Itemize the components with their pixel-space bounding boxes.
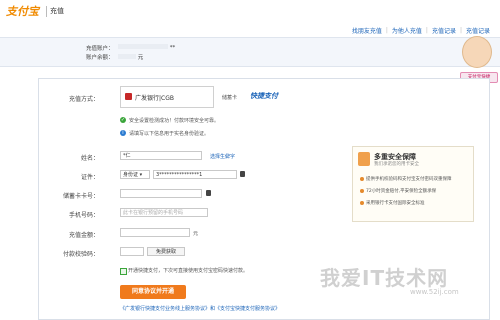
- account-bar: [0, 37, 500, 67]
- link-friend-recharge[interactable]: 找朋友充值: [352, 26, 382, 35]
- success-check-icon: ✓: [120, 117, 126, 123]
- info-icon: i: [120, 130, 126, 136]
- watermark-url: www.52ij.com: [410, 288, 459, 296]
- agree-checkbox[interactable]: [120, 268, 127, 275]
- quickpay-logo: 快捷支付: [250, 92, 278, 100]
- id-label: 证件：: [80, 174, 99, 181]
- lock-icon: [240, 171, 245, 177]
- security-item: 采用银行卡支付国际安全标准: [360, 200, 425, 206]
- mascot-avatar: [462, 36, 492, 68]
- card-number-input[interactable]: [120, 189, 202, 198]
- top-links: 找朋友充值 | 为他人充值 | 充值记录 | 充值记录: [352, 26, 490, 35]
- name-label: 姓名：: [80, 155, 99, 162]
- bank-logo-icon: [125, 93, 132, 100]
- lock-icon: [206, 190, 211, 196]
- id-type-select[interactable]: 身份证 ▾: [120, 170, 150, 179]
- id-number-input[interactable]: 3****************1: [153, 170, 237, 179]
- link-recharge-others[interactable]: 为他人充值: [392, 26, 422, 35]
- link-recharge-records[interactable]: 充值记录: [432, 26, 456, 35]
- amount-input[interactable]: [120, 228, 190, 237]
- shield-icon: [358, 152, 370, 166]
- divider: |: [425, 27, 428, 34]
- phone-input[interactable]: 此卡在银行预留的手机号码: [120, 208, 208, 217]
- card-number-label: 储蓄卡卡号：: [62, 193, 99, 200]
- bank-select[interactable]: 广发银行|CGB: [120, 86, 214, 108]
- recharge-account-label: 充值账户：: [86, 46, 114, 52]
- bullet-icon: [360, 189, 364, 193]
- card-type: 储蓄卡: [222, 95, 238, 101]
- page-title: 充值: [50, 7, 64, 15]
- bullet-icon: [360, 201, 364, 205]
- bank-name: 广发银行|CGB: [135, 95, 174, 102]
- agree-text: 开通快捷支付，下次可直接使用支付宝密码快速付款。: [128, 268, 249, 274]
- divider: |: [385, 27, 388, 34]
- alipay-logo: 支付宝: [6, 5, 39, 18]
- watermark: 我爱IT技术网: [320, 266, 449, 290]
- recharge-account-value: **: [118, 44, 178, 51]
- sms-code-label: 付款校验码：: [62, 251, 99, 258]
- security-subtitle: 我们承诺您的用卡安全: [374, 162, 419, 167]
- logo-divider: [46, 6, 47, 17]
- submit-button[interactable]: 同意协议并开通: [120, 285, 186, 299]
- agreement-links[interactable]: 《广发银行快捷支付业务线上服务协议》和《支付宝快捷支付服务协议》: [120, 305, 280, 312]
- balance-value: 元: [118, 53, 143, 61]
- method-label: 充值方式：: [68, 96, 99, 103]
- amount-unit: 元: [193, 231, 199, 237]
- amount-label: 充值金额：: [68, 232, 99, 239]
- phone-label: 手机号码：: [68, 212, 99, 219]
- security-item: 72小时资金赔付,平安保险全额承保: [360, 188, 436, 194]
- get-sms-button[interactable]: 免费获取: [147, 247, 185, 256]
- name-input[interactable]: *仁: [120, 151, 202, 160]
- realname-notice: 请填写以下信息用于实名身份验证。: [129, 131, 210, 137]
- rare-char-link[interactable]: 选择生僻字: [210, 153, 235, 160]
- balance-label: 账户余额：: [86, 55, 114, 61]
- security-item: 提供手机校验码和支付宝支付密码双重保障: [360, 176, 452, 182]
- sms-code-input[interactable]: [120, 247, 144, 256]
- bullet-icon: [360, 177, 364, 181]
- link-recharge-records-2[interactable]: 充值记录: [466, 26, 490, 35]
- divider: |: [459, 27, 462, 34]
- secure-notice: 安全设置检测成功！付款环境安全可靠。: [129, 118, 220, 124]
